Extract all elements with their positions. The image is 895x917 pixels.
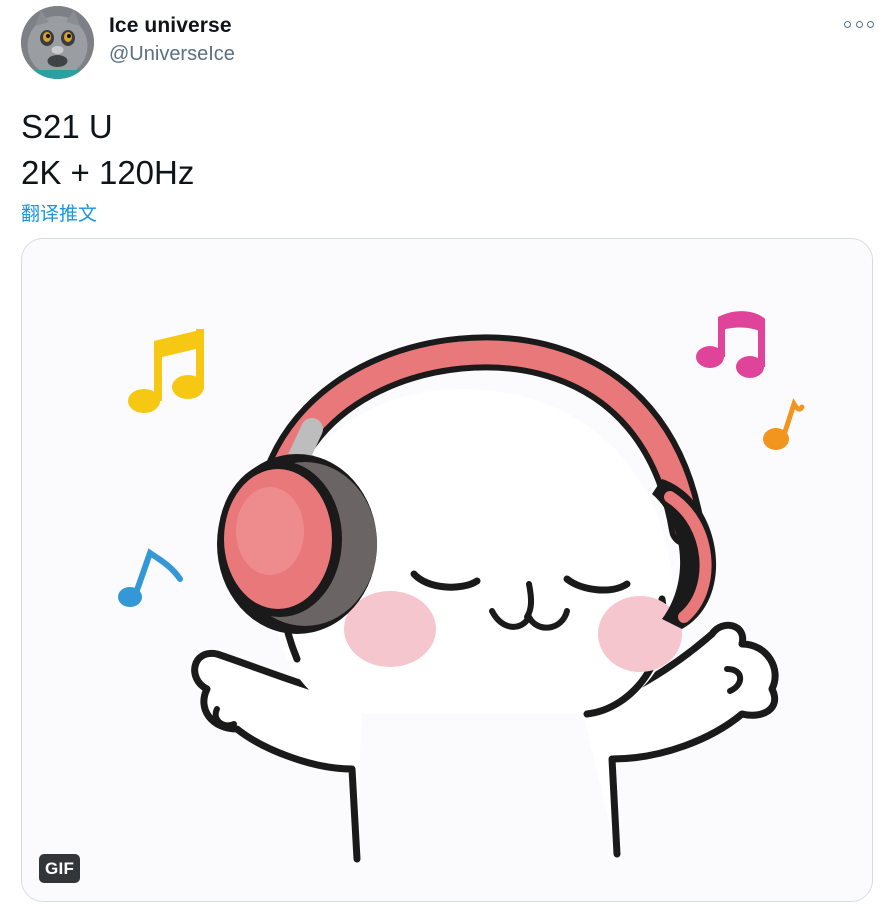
cat-avatar-icon [21,6,94,79]
more-dot [844,20,851,28]
tweet-text: S21 U 2K + 120Hz [21,104,194,196]
more-dot [855,20,863,28]
bear-headphones-illustration [22,239,872,901]
gif-badge: GIF [39,854,81,883]
author-avatar[interactable] [21,6,94,79]
tweet-media-gif[interactable]: GIF [21,238,873,902]
more-dot [867,20,874,28]
author-handle[interactable]: @UniverseIce [109,43,235,66]
author-display-name[interactable]: Ice universe [109,14,232,38]
tweet-text-line: S21 U [21,108,113,145]
tweet-text-line: 2K + 120Hz [21,154,195,191]
tweet-card: Ice universe @UniverseIce S21 U 2K + 120… [0,0,895,917]
more-options-icon[interactable] [844,14,874,34]
translate-tweet-link[interactable]: 翻译推文 [21,199,97,226]
